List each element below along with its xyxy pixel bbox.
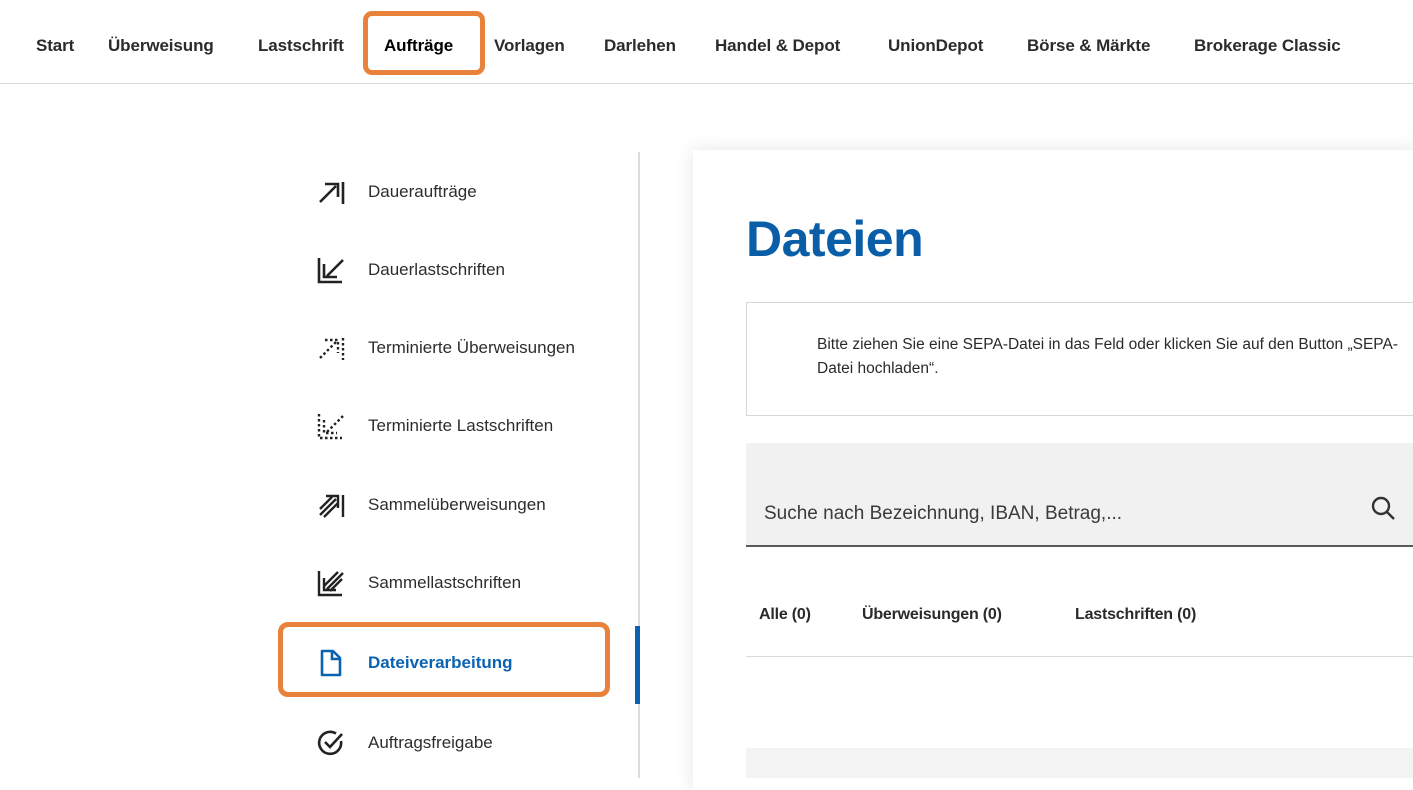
tab-lastschriften[interactable]: Lastschriften (0) <box>1075 606 1196 624</box>
sidebar-item-label: Sammellastschriften <box>368 573 522 592</box>
sidebar-item-dauerauftraege[interactable]: Daueraufträge <box>316 176 477 208</box>
sidebar-item-terminierte-lastschriften[interactable]: Terminierte Lastschriften <box>316 410 553 442</box>
sidebar-item-label: Auftragsfreigabe <box>368 733 493 752</box>
sidebar-item-label: Terminierte Überweisungen <box>368 338 575 357</box>
sidebar-item-auftragsfreigabe[interactable]: Auftragsfreigabe <box>316 727 493 759</box>
nav-item-vorlagen[interactable]: Vorlagen <box>494 36 565 56</box>
active-indicator-bar <box>635 626 640 704</box>
dotted-arrow-up-right-icon <box>316 333 350 363</box>
search-icon[interactable] <box>1370 495 1398 523</box>
multi-arrow-up-right-icon <box>316 490 350 520</box>
filter-tabs: Alle (0) Überweisungen (0) Lastschriften… <box>746 600 1413 657</box>
tab-ueberweisungen[interactable]: Überweisungen (0) <box>862 606 1002 624</box>
nav-item-brokerage-classic[interactable]: Brokerage Classic <box>1194 36 1341 56</box>
nav-item-darlehen[interactable]: Darlehen <box>604 36 676 56</box>
multi-arrow-down-left-icon <box>316 568 350 598</box>
dotted-arrow-down-left-icon <box>316 411 350 441</box>
tab-alle[interactable]: Alle (0) <box>759 606 811 624</box>
nav-item-lastschrift[interactable]: Lastschrift <box>258 36 344 56</box>
search-field <box>746 443 1413 547</box>
search-input[interactable] <box>764 499 1364 529</box>
file-dropzone[interactable]: Bitte ziehen Sie eine SEPA-Datei in das … <box>746 302 1413 416</box>
arrow-up-right-icon <box>316 177 350 207</box>
nav-item-start[interactable]: Start <box>36 36 74 56</box>
nav-item-handel-depot[interactable]: Handel & Depot <box>715 36 840 56</box>
check-circle-icon <box>316 728 350 758</box>
sidebar-item-sammellastschriften[interactable]: Sammellastschriften <box>316 567 521 599</box>
sidebar-item-label: Terminierte Lastschriften <box>368 416 554 435</box>
highlight-frame-sidebar <box>278 622 610 697</box>
sidebar-item-terminierte-ueberweisungen[interactable]: Terminierte Überweisungen <box>316 332 575 364</box>
sidebar-item-sammelueberweisungen[interactable]: Sammelüberweisungen <box>316 489 546 521</box>
arrow-down-left-icon <box>316 255 350 285</box>
nav-item-ueberweisung[interactable]: Überweisung <box>108 36 214 56</box>
highlight-frame-nav <box>363 11 485 75</box>
sidebar-item-label: Daueraufträge <box>368 182 477 201</box>
list-footer <box>746 748 1413 778</box>
top-navigation: Start Überweisung Lastschrift Aufträge V… <box>0 0 1413 84</box>
sidebar-item-dauerlastschriften[interactable]: Dauerlastschriften <box>316 254 505 286</box>
dropzone-text: Bitte ziehen Sie eine SEPA-Datei in das … <box>817 336 1398 377</box>
nav-item-uniondepot[interactable]: UnionDepot <box>888 36 983 56</box>
nav-item-boerse-maerkte[interactable]: Börse & Märkte <box>1027 36 1150 56</box>
sidebar-item-label: Dauerlastschriften <box>368 260 506 279</box>
sidebar-item-label: Sammelüberweisungen <box>368 495 546 514</box>
page-title: Dateien <box>746 211 924 267</box>
